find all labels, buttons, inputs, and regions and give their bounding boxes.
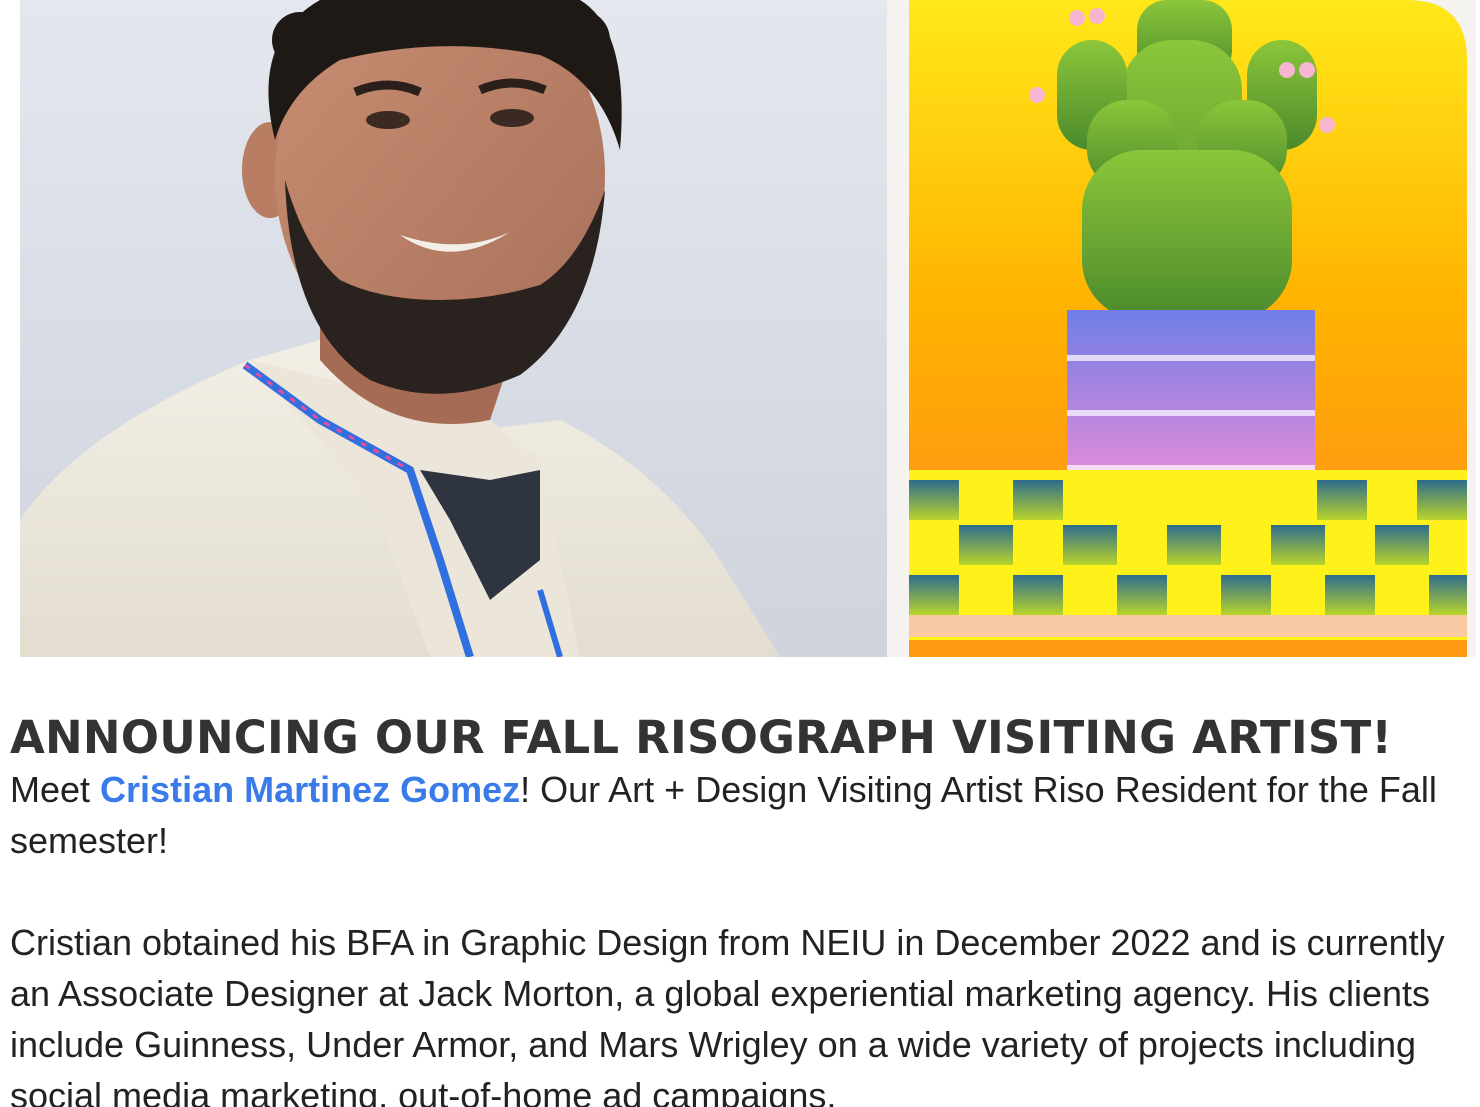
article-headline: ANNOUNCING OUR FALL RISOGRAPH VISITING A… [10, 711, 1393, 764]
artist-portrait-photo [20, 0, 887, 657]
hero-images [20, 0, 1476, 657]
intro-text-before: Meet [10, 769, 101, 810]
article-body: ANNOUNCING OUR FALL RISOGRAPH VISITING A… [10, 712, 1470, 1107]
intro-paragraph: Meet Cristian Martinez Gomez! Our Art + … [10, 764, 1470, 866]
artist-name-link[interactable]: Cristian Martinez Gomez [100, 769, 520, 810]
bio-paragraph: Cristian obtained his BFA in Graphic Des… [10, 922, 1445, 1107]
riso-cactus-poster [887, 0, 1476, 657]
